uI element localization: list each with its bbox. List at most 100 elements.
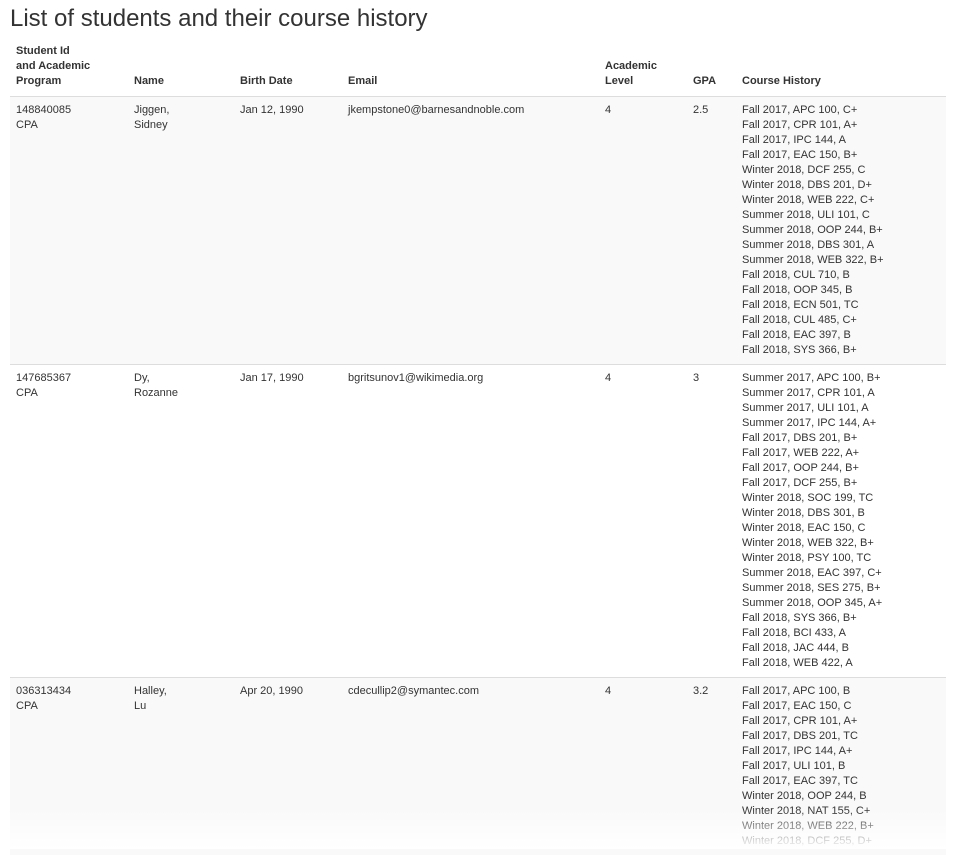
course-entry: Winter 2018, DBS 301, B [742,506,940,521]
course-entry: Fall 2017, ULI 101, B [742,759,940,774]
header-label-line: and Academic [16,59,122,74]
course-entry: Winter 2018, EAC 150, C [742,521,940,536]
cell-email: cdecullip2@symantec.com [342,678,599,855]
academic-program: CPA [16,118,122,133]
cell-email: bgritsunov1@wikimedia.org [342,365,599,678]
course-entry: Winter 2018, NAT 155, C+ [742,804,940,819]
header-birth-date: Birth Date [234,44,342,97]
header-label-line: GPA [693,74,730,89]
course-entry: Fall 2017, OOP 244, B+ [742,461,940,476]
last-name: Halley, [134,684,228,699]
course-entry: Winter 2018, WEB 222, B+ [742,819,940,834]
header-row: Student Idand AcademicProgram Name Birth D… [10,44,946,97]
cell-gpa: 3.2 [687,678,736,855]
course-entry: Summer 2017, IPC 144, A+ [742,416,940,431]
course-entry: Summer 2018, OOP 345, A+ [742,596,940,611]
first-name: Rozanne [134,386,228,401]
header-label-line: Student Id [16,44,122,59]
cell-name: Dy,Rozanne [128,365,234,678]
cell-course-history: Fall 2017, APC 100, C+Fall 2017, CPR 101… [736,97,946,365]
last-name: Dy, [134,371,228,386]
course-entry: Summer 2018, EAC 397, C+ [742,566,940,581]
header-label-line: Birth Date [240,74,336,89]
cell-name: Jiggen,Sidney [128,97,234,365]
header-label-line: Email [348,74,593,89]
page-title: List of students and their course histor… [10,4,428,34]
course-entry: Fall 2017, WEB 222, A+ [742,446,940,461]
header-label-line: Course History [742,74,940,89]
cell-name: Halley,Lu [128,678,234,855]
course-entry: Fall 2017, DCF 255, B+ [742,476,940,491]
header-name: Name [128,44,234,97]
header-label-line: Level [605,74,681,89]
course-entry: Fall 2017, CPR 101, A+ [742,714,940,729]
course-entry: Winter 2018, OOP 244, B [742,789,940,804]
course-entry: Winter 2018, DBS 201, D+ [742,178,940,193]
course-entry: Fall 2018, ECN 501, TC [742,298,940,313]
cell-academic-level: 4 [599,365,687,678]
course-entry: Fall 2018, EAC 397, B [742,328,940,343]
cell-academic-level: 4 [599,678,687,855]
course-entry: Summer 2018, OOP 244, B+ [742,223,940,238]
student-id: 036313434 [16,684,122,699]
course-entry: Winter 2018, DCF 255, C [742,163,940,178]
academic-program: CPA [16,386,122,401]
course-entry: Fall 2017, DBS 201, TC [742,729,940,744]
course-entry: Winter 2018, WEB 322, B+ [742,536,940,551]
cell-course-history: Fall 2017, APC 100, BFall 2017, EAC 150,… [736,678,946,855]
cell-birth-date: Jan 12, 1990 [234,97,342,365]
first-name: Sidney [134,118,228,133]
course-entry: Summer 2017, APC 100, B+ [742,371,940,386]
course-entry: Summer 2018, WEB 322, B+ [742,253,940,268]
students-table: Student Idand AcademicProgram Name Birth D… [10,44,946,855]
academic-program: CPA [16,699,122,714]
cell-email: jkempstone0@barnesandnoble.com [342,97,599,365]
header-academic-level: AcademicLevel [599,44,687,97]
course-entry: Fall 2018, SYS 366, B+ [742,343,940,358]
course-entry: Fall 2017, DBS 201, B+ [742,431,940,446]
cell-student-id: 036313434CPA [10,678,128,855]
table-row: 147685367CPADy,RozanneJan 17, 1990bgrits… [10,365,946,678]
course-entry: Fall 2017, EAC 397, TC [742,774,940,789]
course-entry: Fall 2017, EAC 150, B+ [742,148,940,163]
student-id: 147685367 [16,371,122,386]
header-gpa: GPA [687,44,736,97]
course-entry: Fall 2017, IPC 144, A [742,133,940,148]
cell-student-id: 148840085CPA [10,97,128,365]
course-entry: Winter 2018, DCF 255, D+ [742,834,940,849]
table-row: 036313434CPAHalley,LuApr 20, 1990cdecull… [10,678,946,855]
header-student-id: Student Idand AcademicProgram [10,44,128,97]
course-entry: Fall 2018, WEB 422, A [742,656,940,671]
cell-gpa: 2.5 [687,97,736,365]
cell-student-id: 147685367CPA [10,365,128,678]
cell-birth-date: Jan 17, 1990 [234,365,342,678]
course-entry: Fall 2018, JAC 444, B [742,641,940,656]
cell-course-history: Summer 2017, APC 100, B+Summer 2017, CPR… [736,365,946,678]
course-entry: Fall 2018, SYS 366, B+ [742,611,940,626]
header-label-line: Name [134,74,228,89]
course-entry: Summer 2017, ULI 101, A [742,401,940,416]
course-entry: Summer 2017, CPR 101, A [742,386,940,401]
course-entry: Fall 2017, CPR 101, A+ [742,118,940,133]
course-entry: Winter 2018, SOC 199, TC [742,491,940,506]
cell-birth-date: Apr 20, 1990 [234,678,342,855]
table-row: 148840085CPAJiggen,SidneyJan 12, 1990jke… [10,97,946,365]
last-name: Jiggen, [134,103,228,118]
table-header: Student Idand AcademicProgram Name Birth D… [10,44,946,97]
course-entry: Fall 2017, IPC 144, A+ [742,744,940,759]
course-entry: Fall 2018, CUL 485, C+ [742,313,940,328]
first-name: Lu [134,699,228,714]
cell-gpa: 3 [687,365,736,678]
header-course-history: Course History [736,44,946,97]
course-entry: Winter 2018, WEB 222, C+ [742,193,940,208]
course-entry: Winter 2018, PSY 100, TC [742,551,940,566]
header-email: Email [342,44,599,97]
student-id: 148840085 [16,103,122,118]
header-label-line: Academic [605,59,681,74]
course-entry: Fall 2018, BCI 433, A [742,626,940,641]
course-entry: Fall 2017, EAC 150, C [742,699,940,714]
cell-academic-level: 4 [599,97,687,365]
course-entry: Summer 2018, ULI 101, C [742,208,940,223]
course-entry: Fall 2018, CUL 710, B [742,268,940,283]
course-entry: Summer 2018, SES 275, B+ [742,581,940,596]
